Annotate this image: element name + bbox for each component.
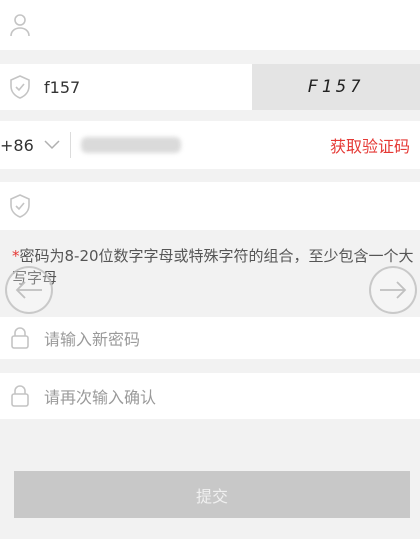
shield-check-icon <box>8 75 32 99</box>
verify-code-row[interactable] <box>0 182 420 230</box>
required-star: * <box>12 247 20 265</box>
password-hint-text: 密码为8-20位数字字母或特殊字符的组合，至少包含一个大写字母 <box>12 247 414 287</box>
confirm-password-row[interactable]: 请再次输入确认 <box>0 373 420 419</box>
captcha-image[interactable]: F157 <box>252 64 420 110</box>
chevron-down-icon[interactable] <box>40 133 64 157</box>
divider <box>69 132 71 158</box>
account-row[interactable] <box>0 0 420 50</box>
prev-arrow-button[interactable] <box>5 266 53 314</box>
next-arrow-button[interactable] <box>369 266 417 314</box>
arrow-right-icon <box>380 281 407 299</box>
captcha-input[interactable]: f157 <box>44 78 80 97</box>
new-password-input[interactable]: 请输入新密码 <box>44 326 140 350</box>
lock-icon <box>8 326 32 350</box>
phone-number-blurred[interactable] <box>80 137 181 153</box>
shield-check-icon <box>8 194 32 218</box>
new-password-row[interactable]: 请输入新密码 <box>0 317 420 359</box>
confirm-password-input[interactable]: 请再次输入确认 <box>44 384 156 408</box>
user-icon <box>8 13 32 37</box>
submit-button[interactable]: 提交 <box>14 471 410 518</box>
country-code[interactable]: +86 <box>0 136 34 155</box>
captcha-row: f157 F157 <box>0 64 420 110</box>
get-code-button[interactable]: 获取验证码 <box>330 133 410 157</box>
password-hint: *密码为8-20位数字字母或特殊字符的组合，至少包含一个大写字母 <box>12 245 416 289</box>
arrow-left-icon <box>15 281 42 299</box>
lock-icon <box>8 384 32 408</box>
phone-row: +86 获取验证码 <box>0 121 420 169</box>
